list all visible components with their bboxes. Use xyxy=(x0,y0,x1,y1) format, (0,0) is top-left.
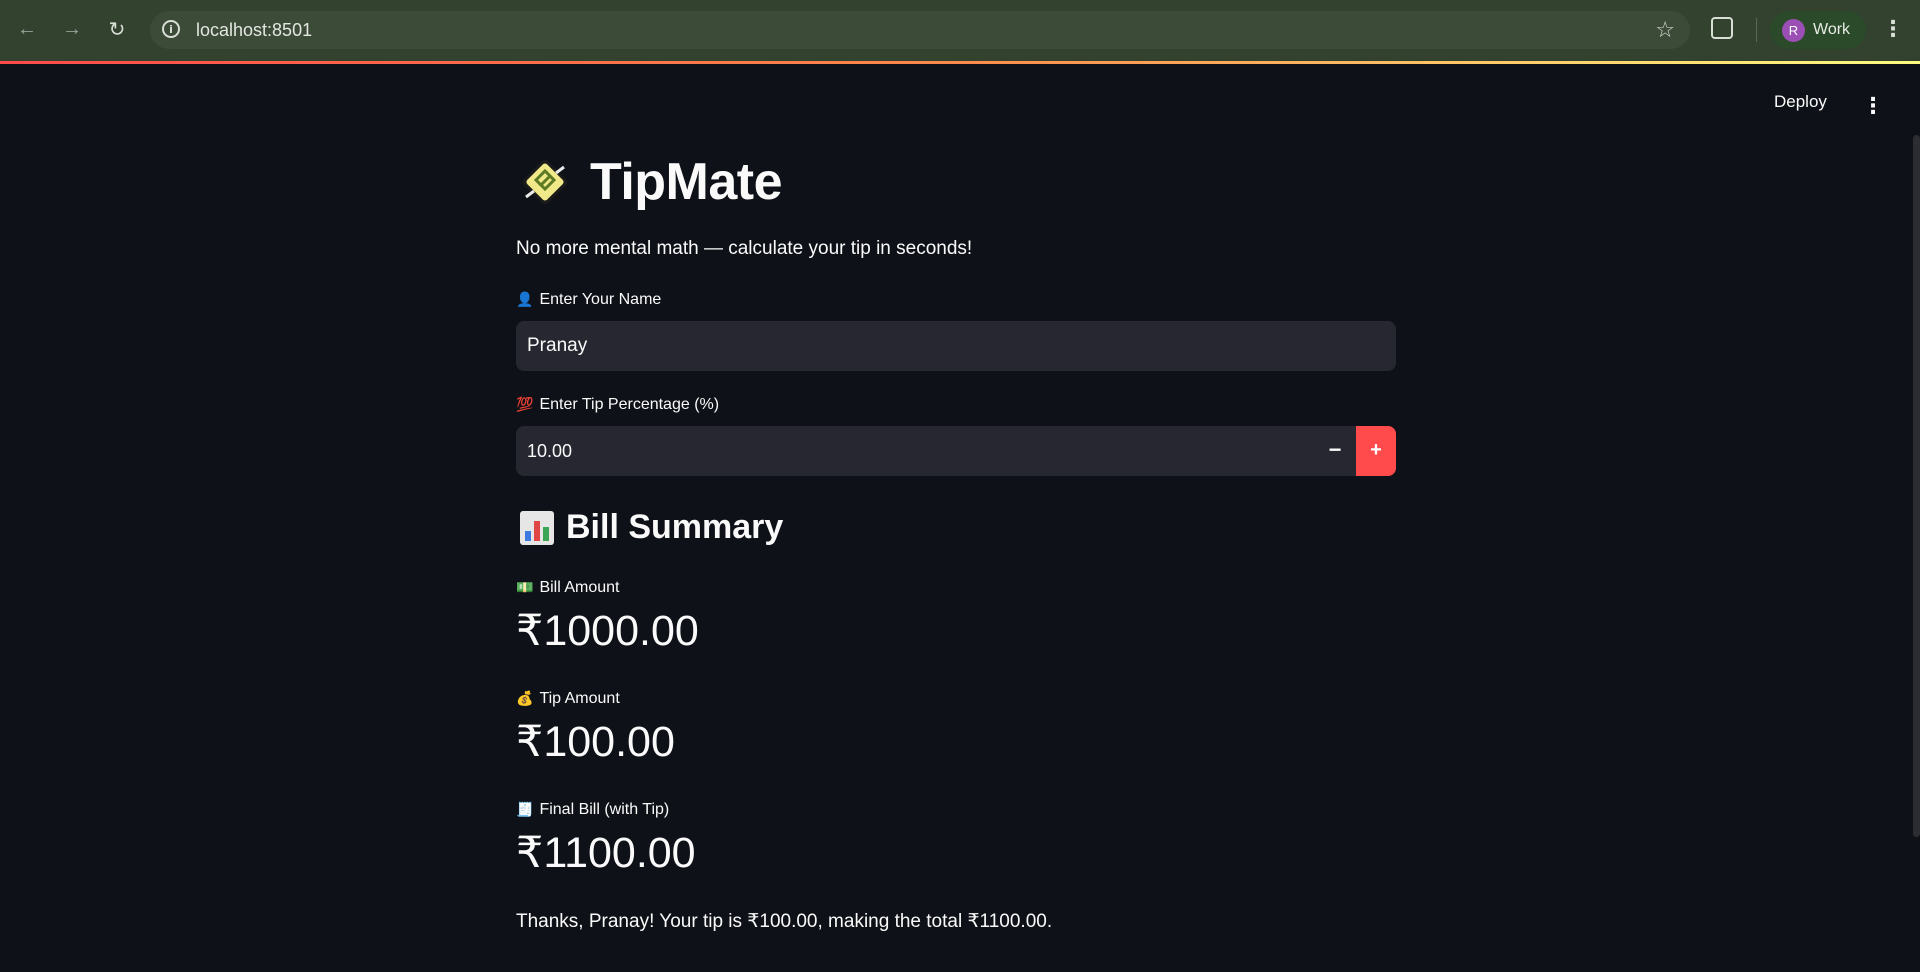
extensions-icon[interactable] xyxy=(1711,17,1733,39)
tip-field-label: 💯 Enter Tip Percentage (%) xyxy=(516,396,719,414)
site-info-icon[interactable]: i xyxy=(162,20,180,38)
page-subtitle: No more mental math — calculate your tip… xyxy=(516,238,973,259)
name-input[interactable] xyxy=(516,321,1396,371)
dollar-banknote-icon: 💵 xyxy=(516,580,534,596)
browser-menu-icon[interactable]: ⋮ xyxy=(1882,14,1904,44)
bill-amount-label: 💵 Bill Amount xyxy=(516,579,619,597)
tip-amount-value: ₹100.00 xyxy=(516,718,675,766)
bill-amount-value: ₹1000.00 xyxy=(516,607,699,655)
final-bill-value: ₹1100.00 xyxy=(516,829,696,877)
profile-button[interactable]: R Work xyxy=(1770,11,1866,49)
user-icon: 👤 xyxy=(516,292,534,308)
receipt-icon: 🧾 xyxy=(516,802,534,818)
thanks-message: Thanks, Pranay! Your tip is ₹100.00, mak… xyxy=(516,911,1053,932)
money-bag-icon: 💰 xyxy=(516,691,534,707)
increment-button[interactable]: + xyxy=(1356,426,1396,476)
page-title: TipMate xyxy=(590,153,783,211)
tip-number-input: − + xyxy=(516,426,1396,476)
tip-percentage-input[interactable] xyxy=(516,426,1296,476)
tip-label-text: Enter Tip Percentage (%) xyxy=(539,396,720,413)
back-icon[interactable]: ← xyxy=(12,14,42,44)
bill-summary-title: Bill Summary xyxy=(566,508,784,546)
address-bar[interactable]: i localhost:8501 ☆ xyxy=(150,11,1690,49)
deploy-button[interactable]: Deploy xyxy=(1774,92,1827,112)
hundred-points-icon: 💯 xyxy=(516,397,534,413)
browser-toolbar: ← → ↻ i localhost:8501 ☆ R Work ⋮ xyxy=(0,0,1920,61)
bill-amount-label-text: Bill Amount xyxy=(539,579,620,596)
reload-icon[interactable]: ↻ xyxy=(102,14,132,44)
tip-amount-label: 💰 Tip Amount xyxy=(516,690,620,708)
app-logo-icon xyxy=(522,159,568,205)
toolbar-divider xyxy=(1756,18,1757,42)
url-text[interactable]: localhost:8501 xyxy=(196,20,312,41)
scrollbar[interactable] xyxy=(1913,135,1920,837)
loading-gradient-bar xyxy=(0,61,1920,64)
bar-chart-icon xyxy=(520,510,554,545)
decrement-button[interactable]: − xyxy=(1315,426,1355,476)
tip-amount-label-text: Tip Amount xyxy=(539,690,620,707)
name-field-label: 👤 Enter Your Name xyxy=(516,291,661,309)
final-bill-label-text: Final Bill (with Tip) xyxy=(539,801,670,818)
name-label-text: Enter Your Name xyxy=(539,291,662,308)
final-bill-label: 🧾 Final Bill (with Tip) xyxy=(516,801,669,819)
main-menu-icon[interactable]: ⋮ xyxy=(1862,92,1884,120)
title-row: TipMate xyxy=(516,150,783,214)
avatar: R xyxy=(1782,19,1805,42)
profile-label: Work xyxy=(1813,21,1851,38)
forward-icon[interactable]: → xyxy=(57,14,87,44)
bill-summary-heading: Bill Summary xyxy=(516,508,783,547)
bookmark-star-icon[interactable]: ☆ xyxy=(1655,17,1675,43)
